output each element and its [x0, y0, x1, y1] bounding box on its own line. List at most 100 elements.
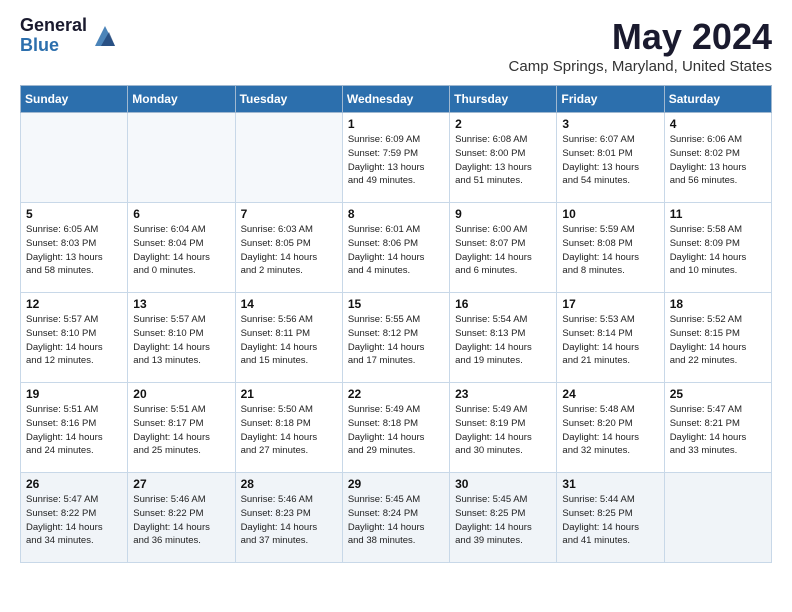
cell-info: Sunrise: 5:59 AM Sunset: 8:08 PM Dayligh…: [562, 223, 658, 278]
calendar-cell: 10 Sunrise: 5:59 AM Sunset: 8:08 PM Dayli…: [557, 203, 664, 293]
calendar-cell: 11Sunrise: 5:58 AM Sunset: 8:09 PM Dayli…: [664, 203, 771, 293]
day-number: 28: [241, 477, 337, 491]
cell-info: Sunrise: 5:46 AM Sunset: 8:23 PM Dayligh…: [241, 493, 337, 548]
day-number: 15: [348, 297, 444, 311]
calendar-cell: 14Sunrise: 5:56 AM Sunset: 8:11 PM Dayli…: [235, 293, 342, 383]
calendar-cell: 22Sunrise: 5:49 AM Sunset: 8:18 PM Dayli…: [342, 383, 449, 473]
cell-info: Sunrise: 5:49 AM Sunset: 8:18 PM Dayligh…: [348, 403, 444, 458]
day-number: 1: [348, 117, 444, 131]
day-number: 23: [455, 387, 551, 401]
calendar-cell: 26 Sunrise: 5:47 AM Sunset: 8:22 PM Dayli…: [21, 473, 128, 563]
calendar-cell: 28 Sunrise: 5:46 AM Sunset: 8:23 PM Dayli…: [235, 473, 342, 563]
cell-info: Sunrise: 5:58 AM Sunset: 8:09 PM Dayligh…: [670, 223, 766, 278]
day-number: 8: [348, 207, 444, 221]
weekday-header-row: SundayMondayTuesdayWednesdayThursdayFrid…: [21, 86, 772, 113]
cell-info: Sunrise: 6:05 AM Sunset: 8:03 PM Dayligh…: [26, 223, 122, 278]
calendar-cell: [664, 473, 771, 563]
day-number: 29: [348, 477, 444, 491]
calendar-cell: 23 Sunrise: 5:49 AM Sunset: 8:19 PM Dayli…: [450, 383, 557, 473]
day-number: 19: [26, 387, 122, 401]
day-number: 7: [241, 207, 337, 221]
month-title: May 2024: [509, 16, 772, 58]
calendar-cell: 15 Sunrise: 5:55 AM Sunset: 8:12 PM Dayli…: [342, 293, 449, 383]
cell-info: Sunrise: 5:48 AM Sunset: 8:20 PM Dayligh…: [562, 403, 658, 458]
logo-icon: [91, 22, 119, 50]
cell-info: Sunrise: 6:08 AM Sunset: 8:00 PM Dayligh…: [455, 133, 551, 188]
calendar-week-row: 1 Sunrise: 6:09 AM Sunset: 7:59 PM Daylig…: [21, 113, 772, 203]
calendar-cell: 20 Sunrise: 5:51 AM Sunset: 8:17 PM Dayli…: [128, 383, 235, 473]
cell-info: Sunrise: 5:47 AM Sunset: 8:22 PM Dayligh…: [26, 493, 122, 548]
cell-info: Sunrise: 5:46 AM Sunset: 8:22 PM Dayligh…: [133, 493, 229, 548]
cell-info: Sunrise: 5:57 AM Sunset: 8:10 PM Dayligh…: [133, 313, 229, 368]
cell-info: Sunrise: 5:51 AM Sunset: 8:17 PM Dayligh…: [133, 403, 229, 458]
calendar-cell: 6 Sunrise: 6:04 AM Sunset: 8:04 PM Daylig…: [128, 203, 235, 293]
day-number: 26: [26, 477, 122, 491]
day-number: 27: [133, 477, 229, 491]
calendar-cell: 25 Sunrise: 5:47 AM Sunset: 8:21 PM Dayli…: [664, 383, 771, 473]
day-number: 20: [133, 387, 229, 401]
day-number: 13: [133, 297, 229, 311]
calendar-cell: 18Sunrise: 5:52 AM Sunset: 8:15 PM Dayli…: [664, 293, 771, 383]
calendar-cell: [235, 113, 342, 203]
logo-blue-text: Blue: [20, 36, 87, 56]
cell-info: Sunrise: 5:50 AM Sunset: 8:18 PM Dayligh…: [241, 403, 337, 458]
logo: General Blue: [20, 16, 119, 56]
calendar-cell: 30 Sunrise: 5:45 AM Sunset: 8:25 PM Dayli…: [450, 473, 557, 563]
logo-general-text: General: [20, 16, 87, 36]
header: General Blue May 2024 Camp Springs, Mary…: [20, 16, 772, 75]
day-number: 12: [26, 297, 122, 311]
cell-info: Sunrise: 6:03 AM Sunset: 8:05 PM Dayligh…: [241, 223, 337, 278]
weekday-header-saturday: Saturday: [664, 86, 771, 113]
day-number: 21: [241, 387, 337, 401]
calendar-cell: 19 Sunrise: 5:51 AM Sunset: 8:16 PM Dayli…: [21, 383, 128, 473]
calendar-cell: 9 Sunrise: 6:00 AM Sunset: 8:07 PM Daylig…: [450, 203, 557, 293]
day-number: 25: [670, 387, 766, 401]
cell-info: Sunrise: 5:54 AM Sunset: 8:13 PM Dayligh…: [455, 313, 551, 368]
day-number: 30: [455, 477, 551, 491]
weekday-header-sunday: Sunday: [21, 86, 128, 113]
day-number: 6: [133, 207, 229, 221]
calendar-cell: 12 Sunrise: 5:57 AM Sunset: 8:10 PM Dayli…: [21, 293, 128, 383]
day-number: 10: [562, 207, 658, 221]
cell-info: Sunrise: 5:45 AM Sunset: 8:24 PM Dayligh…: [348, 493, 444, 548]
cell-info: Sunrise: 5:51 AM Sunset: 8:16 PM Dayligh…: [26, 403, 122, 458]
calendar-cell: 17Sunrise: 5:53 AM Sunset: 8:14 PM Dayli…: [557, 293, 664, 383]
calendar-week-row: 12 Sunrise: 5:57 AM Sunset: 8:10 PM Dayli…: [21, 293, 772, 383]
day-number: 16: [455, 297, 551, 311]
day-number: 2: [455, 117, 551, 131]
day-number: 5: [26, 207, 122, 221]
calendar-cell: 29 Sunrise: 5:45 AM Sunset: 8:24 PM Dayli…: [342, 473, 449, 563]
calendar-week-row: 19 Sunrise: 5:51 AM Sunset: 8:16 PM Dayli…: [21, 383, 772, 473]
calendar-cell: 5 Sunrise: 6:05 AM Sunset: 8:03 PM Daylig…: [21, 203, 128, 293]
weekday-header-tuesday: Tuesday: [235, 86, 342, 113]
cell-info: Sunrise: 5:47 AM Sunset: 8:21 PM Dayligh…: [670, 403, 766, 458]
calendar-cell: [128, 113, 235, 203]
calendar-cell: 3 Sunrise: 6:07 AM Sunset: 8:01 PM Daylig…: [557, 113, 664, 203]
calendar-table: SundayMondayTuesdayWednesdayThursdayFrid…: [20, 85, 772, 563]
calendar-cell: 27 Sunrise: 5:46 AM Sunset: 8:22 PM Dayli…: [128, 473, 235, 563]
cell-info: Sunrise: 6:04 AM Sunset: 8:04 PM Dayligh…: [133, 223, 229, 278]
day-number: 9: [455, 207, 551, 221]
day-number: 24: [562, 387, 658, 401]
calendar-week-row: 26 Sunrise: 5:47 AM Sunset: 8:22 PM Dayli…: [21, 473, 772, 563]
calendar-cell: 24 Sunrise: 5:48 AM Sunset: 8:20 PM Dayli…: [557, 383, 664, 473]
cell-info: Sunrise: 6:07 AM Sunset: 8:01 PM Dayligh…: [562, 133, 658, 188]
calendar-cell: 1 Sunrise: 6:09 AM Sunset: 7:59 PM Daylig…: [342, 113, 449, 203]
weekday-header-wednesday: Wednesday: [342, 86, 449, 113]
calendar-cell: 8 Sunrise: 6:01 AM Sunset: 8:06 PM Daylig…: [342, 203, 449, 293]
cell-info: Sunrise: 5:55 AM Sunset: 8:12 PM Dayligh…: [348, 313, 444, 368]
cell-info: Sunrise: 5:49 AM Sunset: 8:19 PM Dayligh…: [455, 403, 551, 458]
calendar-cell: 7 Sunrise: 6:03 AM Sunset: 8:05 PM Daylig…: [235, 203, 342, 293]
cell-info: Sunrise: 5:44 AM Sunset: 8:25 PM Dayligh…: [562, 493, 658, 548]
calendar-cell: 31Sunrise: 5:44 AM Sunset: 8:25 PM Dayli…: [557, 473, 664, 563]
cell-info: Sunrise: 6:09 AM Sunset: 7:59 PM Dayligh…: [348, 133, 444, 188]
cell-info: Sunrise: 5:57 AM Sunset: 8:10 PM Dayligh…: [26, 313, 122, 368]
calendar-cell: 13 Sunrise: 5:57 AM Sunset: 8:10 PM Dayli…: [128, 293, 235, 383]
cell-info: Sunrise: 6:00 AM Sunset: 8:07 PM Dayligh…: [455, 223, 551, 278]
weekday-header-monday: Monday: [128, 86, 235, 113]
cell-info: Sunrise: 6:01 AM Sunset: 8:06 PM Dayligh…: [348, 223, 444, 278]
weekday-header-friday: Friday: [557, 86, 664, 113]
cell-info: Sunrise: 5:45 AM Sunset: 8:25 PM Dayligh…: [455, 493, 551, 548]
weekday-header-thursday: Thursday: [450, 86, 557, 113]
day-number: 3: [562, 117, 658, 131]
